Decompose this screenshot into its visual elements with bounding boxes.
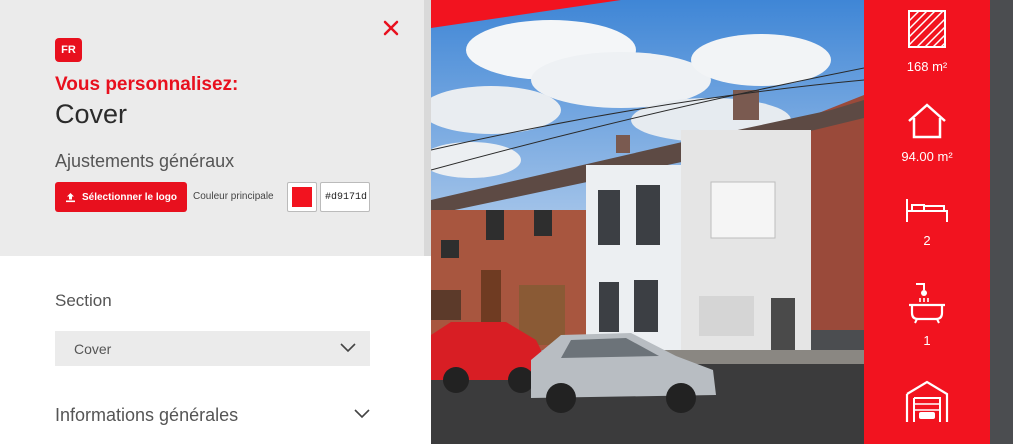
surface-value: 168 m² [906,59,948,74]
garage-item [864,378,990,427]
living-area-item: 94.00 m² [864,102,990,164]
bedrooms-value: 2 [923,233,931,248]
garage-icon [905,380,949,422]
surface-area-icon [908,10,946,48]
general-settings-heading: Ajustements généraux [55,151,235,171]
close-button[interactable] [380,17,402,39]
main-color-swatch[interactable] [287,182,317,212]
house-icon [908,103,946,139]
main-color-label: Couleur principale [193,191,274,202]
preview-scroll-edge [990,0,1013,444]
select-logo-button[interactable]: Sélectionner le logo [55,182,187,212]
select-logo-label: Sélectionner le logo [81,191,178,203]
close-icon [383,20,399,36]
page-title: Cover [55,99,128,129]
section-select[interactable]: Cover [55,331,370,366]
general-info-accordion[interactable]: Informations générales [55,405,370,431]
section-label: Section [55,291,112,310]
panel-scrollbar[interactable] [424,0,431,256]
bath-icon [909,283,945,324]
language-badge[interactable]: FR [55,38,82,62]
bedrooms-item: 2 [864,196,990,248]
main-color-hex-input[interactable] [320,182,370,212]
property-photo [431,0,864,444]
chevron-down-icon [340,343,356,353]
bathrooms-value: 1 [923,333,931,348]
surface-item: 168 m² [864,8,990,74]
living-area-value: 94.00 m² [901,149,953,164]
upload-icon [65,192,75,202]
customizing-label: Vous personnalisez: [55,74,239,95]
editor-panel: FR Vous personnalisez: Cover Ajustements… [0,0,431,444]
property-info-bar: 168 m² 94.00 m² 2 1 [864,0,990,444]
chevron-down-icon [354,409,370,419]
cover-preview: 168 m² 94.00 m² 2 1 [431,0,1013,444]
bathrooms-item: 1 [864,280,990,348]
general-info-label: Informations générales [55,405,239,425]
section-select-value: Cover [74,341,112,357]
bed-icon [906,199,948,222]
